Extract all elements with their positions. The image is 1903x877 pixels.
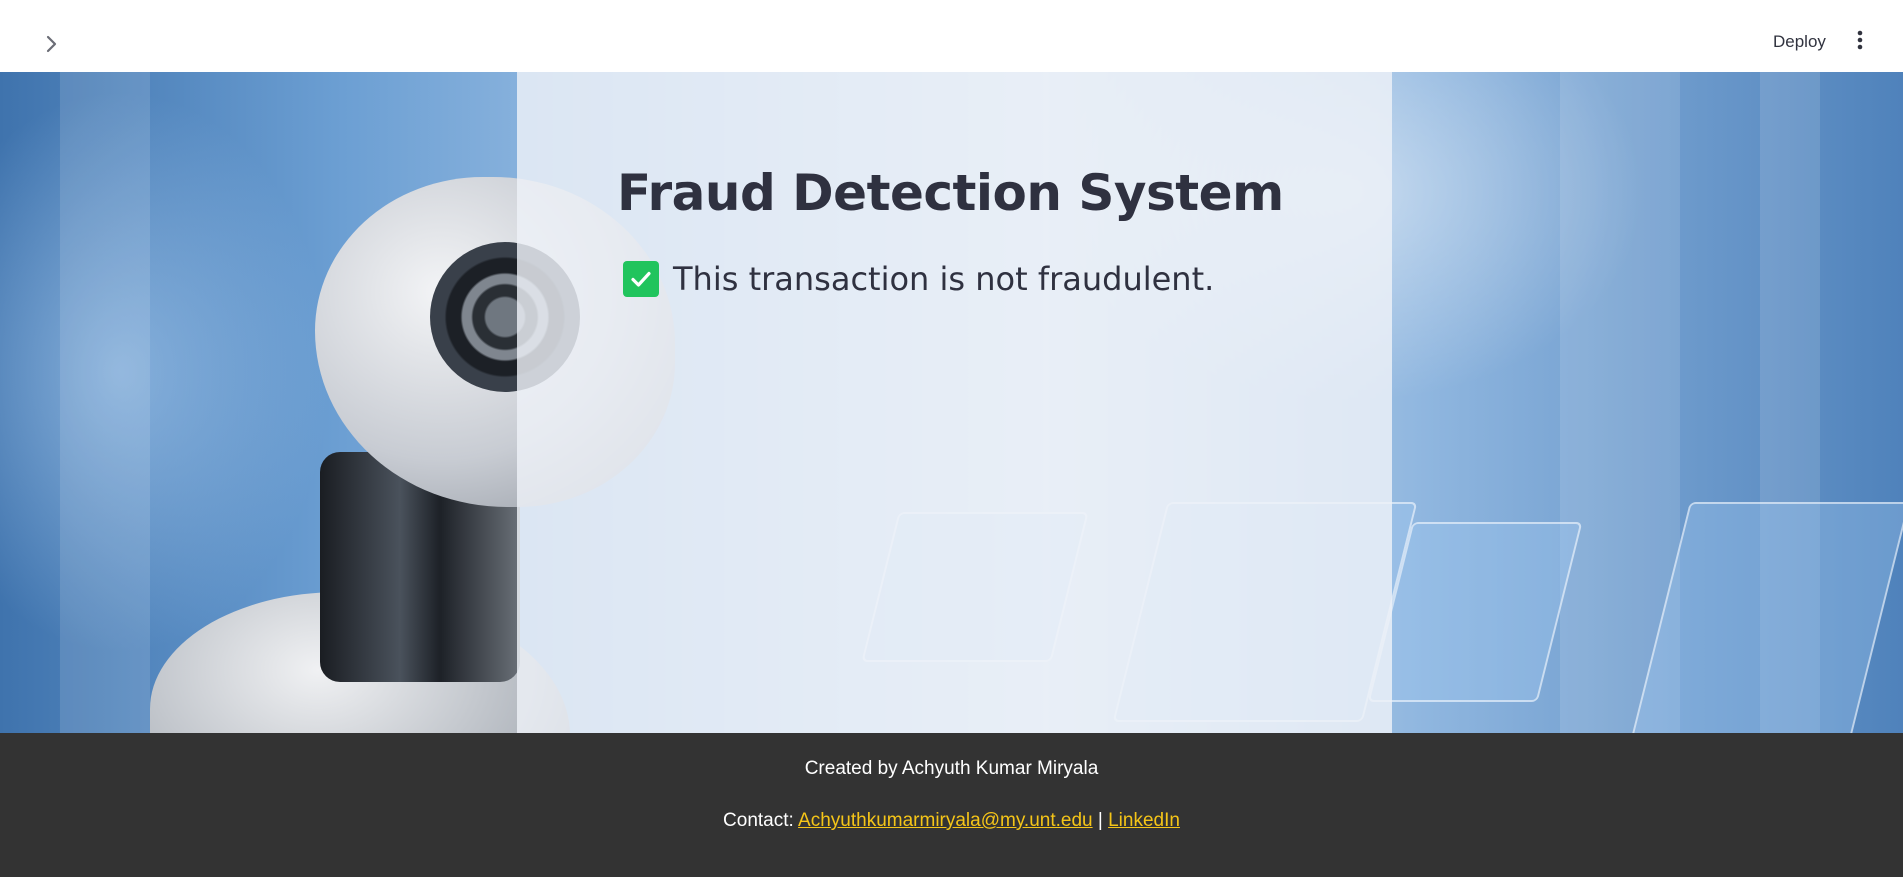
deploy-button[interactable]: Deploy	[1763, 26, 1836, 58]
result-message: This transaction is not fraudulent.	[623, 260, 1214, 298]
main-content-panel: Fraud Detection System This transaction …	[517, 72, 1392, 733]
footer-credit: Created by Achyuth Kumar Miryala	[804, 758, 1099, 779]
vertical-dots-icon	[1857, 30, 1863, 54]
contact-label: Contact:	[723, 810, 794, 831]
app-header: Deploy	[0, 0, 1903, 72]
sidebar-toggle-button[interactable]	[36, 30, 68, 62]
email-link[interactable]: Achyuthkumarmiryala@my.unt.edu	[798, 810, 1093, 831]
footer-contact: Contact: Achyuthkumarmiryala@my.unt.edu …	[0, 810, 1903, 832]
page-title: Fraud Detection System	[617, 164, 1284, 222]
result-text: This transaction is not fraudulent.	[673, 260, 1215, 298]
main-menu-button[interactable]	[1848, 26, 1872, 58]
link-separator: |	[1097, 810, 1103, 831]
footer: Created by Achyuth Kumar Miryala Contact…	[0, 733, 1903, 877]
chevron-right-icon	[45, 35, 59, 57]
check-mark-icon	[623, 261, 659, 297]
linkedin-link[interactable]: LinkedIn	[1108, 810, 1180, 831]
